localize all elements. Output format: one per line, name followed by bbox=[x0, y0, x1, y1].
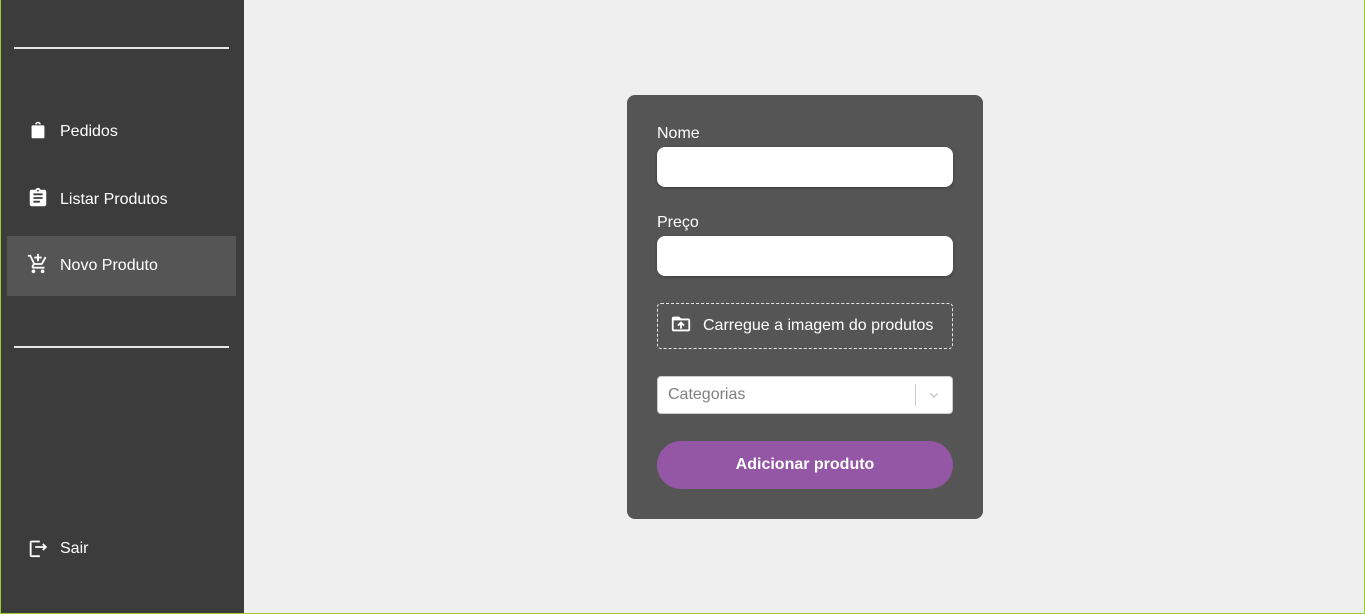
name-label: Nome bbox=[657, 125, 700, 142]
clipboard-list-icon bbox=[27, 187, 49, 214]
sidebar-item-listar-produtos[interactable]: Listar Produtos bbox=[7, 170, 236, 230]
sidebar-item-sair[interactable]: Sair bbox=[7, 519, 236, 579]
upload-label: Carregue a imagem do produtos bbox=[703, 317, 934, 334]
logout-icon bbox=[27, 536, 49, 563]
shopping-bag-icon bbox=[27, 119, 49, 146]
app-frame: Pedidos Listar Produtos Novo Produto Sai… bbox=[0, 0, 1365, 614]
sidebar-item-label: Pedidos bbox=[60, 123, 118, 140]
sidebar-item-label: Listar Produtos bbox=[60, 191, 168, 208]
sidebar-divider-bottom bbox=[14, 346, 229, 348]
folder-upload-icon bbox=[670, 313, 692, 340]
category-select[interactable]: Categorias bbox=[657, 376, 953, 414]
image-upload-button[interactable]: Carregue a imagem do produtos bbox=[657, 303, 953, 349]
sidebar-item-label: Sair bbox=[60, 540, 89, 557]
sidebar-item-pedidos[interactable]: Pedidos bbox=[7, 102, 236, 162]
sidebar-item-novo-produto[interactable]: Novo Produto bbox=[7, 236, 236, 296]
sidebar-divider-top bbox=[14, 47, 229, 49]
sidebar: Pedidos Listar Produtos Novo Produto Sai… bbox=[1, 0, 244, 613]
cart-add-icon bbox=[27, 253, 49, 280]
add-product-button[interactable]: Adicionar produto bbox=[657, 441, 953, 489]
price-input[interactable] bbox=[657, 236, 953, 276]
price-label: Preço bbox=[657, 214, 699, 231]
name-input[interactable] bbox=[657, 147, 953, 187]
chevron-down-icon[interactable] bbox=[916, 377, 952, 413]
new-product-form: Nome Preço Carregue a imagem do produtos… bbox=[627, 95, 983, 519]
category-placeholder: Categorias bbox=[668, 386, 746, 403]
sidebar-item-label: Novo Produto bbox=[60, 257, 158, 274]
